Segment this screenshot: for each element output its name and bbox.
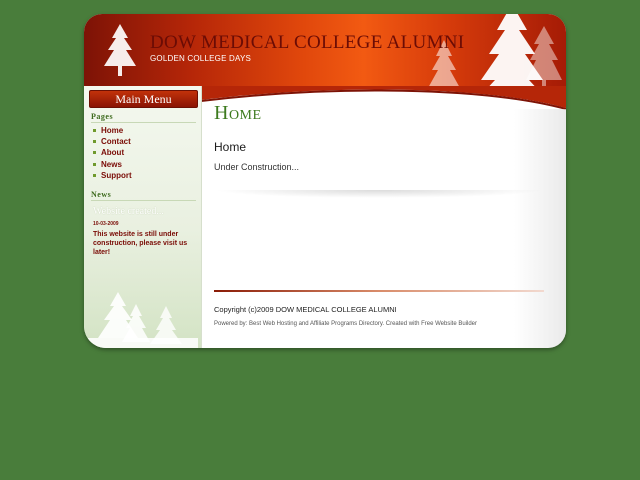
content-divider <box>214 190 544 198</box>
news-title: Website created... <box>93 206 164 217</box>
news-date: 10-03-2009 <box>93 221 119 227</box>
pine-tree-icon <box>104 24 136 76</box>
sidebar: Main Menu Pages Home Contact About News … <box>84 86 202 348</box>
sidebar-item-home[interactable]: Home <box>93 125 132 136</box>
content-text: Under Construction... <box>214 162 300 172</box>
content-edge-shade <box>514 109 566 348</box>
news-heading: News <box>91 190 196 201</box>
site-title: DOW MEDICAL COLLEGE ALUMNI <box>150 32 465 53</box>
bullet-icon <box>93 151 96 155</box>
bullet-icon <box>93 140 96 144</box>
bullet-icon <box>93 173 96 177</box>
sidebar-link-contact[interactable]: Contact <box>101 137 131 146</box>
bullet-icon <box>93 129 96 132</box>
sidebar-link-about[interactable]: About <box>101 148 124 157</box>
sidebar-nav: Home Contact About News Support <box>93 125 132 181</box>
sidebar-link-support[interactable]: Support <box>101 171 132 180</box>
news-text: This website is still under construction… <box>93 231 188 256</box>
pages-heading: Pages <box>91 112 196 123</box>
main-menu-title: Main Menu <box>89 90 198 108</box>
sidebar-item-support[interactable]: Support <box>93 170 132 181</box>
pine-tree-icon <box>88 292 198 348</box>
footer-divider <box>214 290 544 292</box>
footer-copyright: Copyright (c)2009 DOW MEDICAL COLLEGE AL… <box>214 305 397 314</box>
footer-powered-by[interactable]: Powered by: Best Web Hosting and Affilia… <box>214 321 477 327</box>
sidebar-item-contact[interactable]: Contact <box>93 136 132 147</box>
site-subtitle: GOLDEN COLLEGE DAYS <box>150 54 252 63</box>
sidebar-item-news[interactable]: News <box>93 159 132 170</box>
sidebar-link-home[interactable]: Home <box>101 126 123 135</box>
sidebar-link-news[interactable]: News <box>101 160 122 169</box>
bullet-icon <box>93 162 96 166</box>
page-heading: Home <box>214 102 262 124</box>
sidebar-item-about[interactable]: About <box>93 147 132 158</box>
content-title: Home <box>214 140 247 154</box>
pine-tree-icon <box>526 26 562 92</box>
page-container: DOW MEDICAL COLLEGE ALUMNI GOLDEN COLLEG… <box>84 14 566 348</box>
